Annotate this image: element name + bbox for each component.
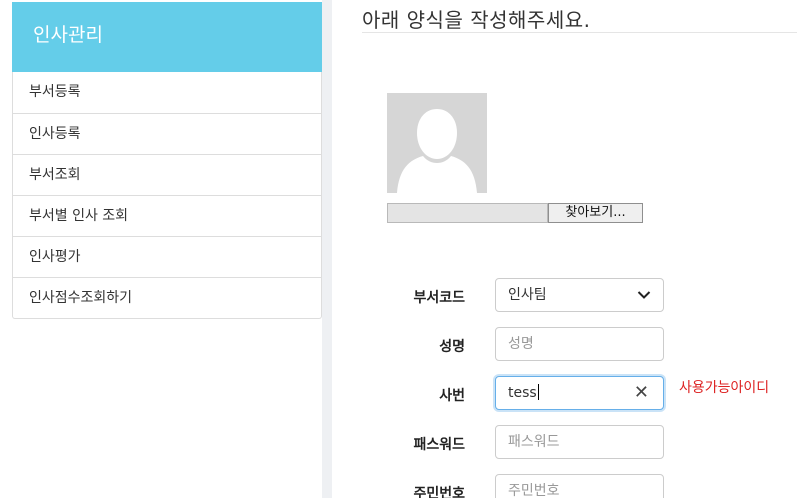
sidebar-item-personnel-evaluation[interactable]: 인사평가 <box>13 236 321 277</box>
sidebar-gutter <box>322 0 332 498</box>
employee-id-label: 사번 <box>439 388 465 404</box>
department-code-label: 부서코드 <box>413 290 465 306</box>
sidebar-item-department-register[interactable]: 부서등록 <box>13 72 321 113</box>
sidebar-item-personnel-by-department[interactable]: 부서별 인사 조회 <box>13 195 321 236</box>
page: 인사관리 부서등록 인사등록 부서조회 부서별 인사 조회 인사평가 인사점수조… <box>0 0 797 498</box>
form-labels: 부서코드 성명 사번 패스워드 주민번호 <box>395 0 465 498</box>
sidebar-title: 인사관리 <box>12 2 322 72</box>
text-caret <box>537 384 539 400</box>
employee-id-value: tess <box>508 385 537 401</box>
sidebar-item-score-view[interactable]: 인사점수조회하기 <box>13 277 321 318</box>
sidebar-item-department-view[interactable]: 부서조회 <box>13 154 321 195</box>
employee-id-input[interactable]: tess ✕ <box>495 376 664 410</box>
password-input[interactable]: 패스워드 <box>495 425 664 459</box>
chevron-down-icon <box>637 291 651 299</box>
sidebar-menu: 부서등록 인사등록 부서조회 부서별 인사 조회 인사평가 인사점수조회하기 <box>12 72 322 319</box>
resident-number-placeholder: 주민번호 <box>508 483 560 498</box>
password-placeholder: 패스워드 <box>508 434 560 450</box>
name-label: 성명 <box>439 339 465 355</box>
department-select-value: 인사팀 <box>508 287 547 303</box>
sidebar: 인사관리 부서등록 인사등록 부서조회 부서별 인사 조회 인사평가 인사점수조… <box>0 0 331 498</box>
password-label: 패스워드 <box>413 437 465 453</box>
close-icon[interactable]: ✕ <box>634 377 649 409</box>
browse-button[interactable]: 찾아보기... <box>548 203 643 223</box>
department-select[interactable]: 인사팀 <box>495 278 664 312</box>
resident-number-label: 주민번호 <box>413 486 465 498</box>
id-availability-message: 사용가능아이디 <box>679 380 770 396</box>
name-input[interactable]: 성명 <box>495 327 664 361</box>
resident-number-input[interactable]: 주민번호 <box>495 474 664 498</box>
name-placeholder: 성명 <box>508 336 534 352</box>
sidebar-item-personnel-register[interactable]: 인사등록 <box>13 113 321 154</box>
